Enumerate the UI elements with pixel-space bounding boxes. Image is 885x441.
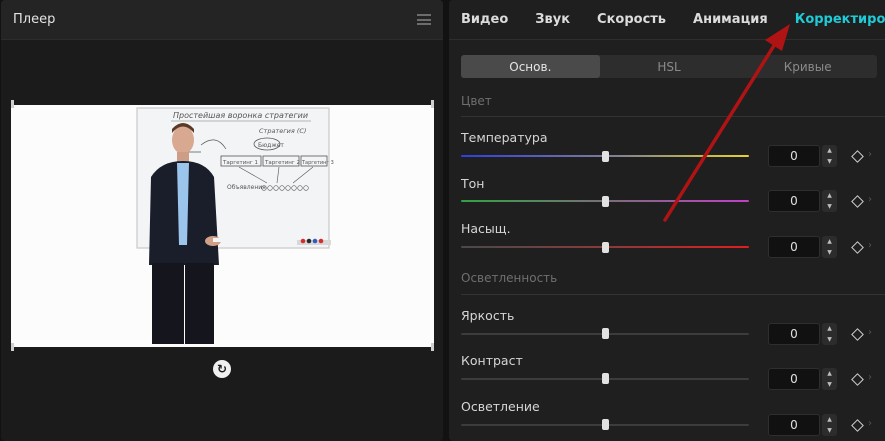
player-header: Плеер (1, 0, 443, 40)
section-divider (461, 116, 885, 117)
section-divider (461, 294, 885, 295)
board-box-1-text: Таргетинг 1 (222, 160, 258, 166)
slider-handle-tint[interactable] (602, 196, 609, 207)
chevron-down-icon[interactable]: ▼ (827, 158, 832, 165)
chevron-right-icon: › (868, 372, 872, 383)
board-box-3-text: Таргетинг 3 (301, 160, 334, 166)
board-subtitle-text: Стратегия (С) (259, 127, 306, 135)
chevron-right-icon: › (868, 418, 872, 429)
stepper-temperature[interactable]: ▲ ▼ (822, 145, 837, 167)
param-label-highlight: Осветление (461, 399, 540, 414)
chevron-right-icon: › (868, 194, 872, 205)
chevron-up-icon[interactable]: ▲ (827, 238, 832, 245)
edit-panel: Видео Звук Скорость Анимация Корректиров… (449, 0, 885, 441)
chevron-down-icon[interactable]: ▼ (827, 427, 832, 434)
chevron-down-icon[interactable]: ▼ (827, 336, 832, 343)
value-input-temperature[interactable]: 0 (768, 145, 820, 167)
tab-animation[interactable]: Анимация (693, 12, 768, 27)
section-title-color: Цвет (461, 94, 492, 108)
keyframe-diamond-icon[interactable] (851, 373, 864, 386)
player-panel: Плеер Простейшая воронка стратегии Страт… (1, 0, 443, 441)
tab-video[interactable]: Видео (461, 12, 508, 27)
keyframe-diamond-icon[interactable] (851, 241, 864, 254)
tab-speed[interactable]: Скорость (597, 12, 666, 27)
edit-tab-bar: Видео Звук Скорость Анимация Корректиров… (449, 0, 885, 40)
param-label-saturation: Насыщ. (461, 221, 511, 236)
chevron-down-icon[interactable]: ▼ (827, 203, 832, 210)
board-title-text: Простейшая воронка стратегии (173, 111, 308, 120)
chevron-up-icon[interactable]: ▲ (827, 192, 832, 199)
chevron-down-icon[interactable]: ▼ (827, 249, 832, 256)
chevron-down-icon[interactable]: ▼ (827, 381, 832, 388)
stepper-tint[interactable]: ▲ ▼ (822, 190, 837, 212)
video-frame-image: Простейшая воронка стратегии Стратегия (… (11, 105, 434, 347)
tab-adjustment[interactable]: Корректировка (795, 12, 885, 27)
crop-handle-top-left[interactable] (11, 100, 14, 108)
section-title-lightness: Осветленность (461, 271, 558, 285)
param-label-brightness: Яркость (461, 308, 515, 323)
slider-handle-brightness[interactable] (602, 328, 609, 339)
value-input-tint[interactable]: 0 (768, 190, 820, 212)
stepper-contrast[interactable]: ▲ ▼ (822, 368, 837, 390)
video-preview[interactable]: Простейшая воронка стратегии Стратегия (… (11, 105, 434, 347)
slider-handle-saturation[interactable] (602, 242, 609, 253)
adjustment-subtabs: Основ. HSL Кривые (461, 55, 877, 78)
chevron-up-icon[interactable]: ▲ (827, 370, 832, 377)
stepper-highlight[interactable]: ▲ ▼ (822, 414, 837, 436)
chevron-right-icon: › (868, 327, 872, 338)
param-label-temperature: Температура (461, 130, 548, 145)
board-budget-text: Бюджет (258, 142, 284, 149)
stepper-saturation[interactable]: ▲ ▼ (822, 236, 837, 258)
value-input-brightness[interactable]: 0 (768, 323, 820, 345)
value-input-highlight[interactable]: 0 (768, 414, 820, 436)
board-bottom-text: Объявления (227, 184, 266, 191)
crop-handle-bottom-left[interactable] (11, 343, 14, 351)
chevron-up-icon[interactable]: ▲ (827, 147, 832, 154)
subtab-basic[interactable]: Основ. (461, 55, 600, 78)
param-label-contrast: Контраст (461, 353, 523, 368)
hamburger-menu-icon[interactable] (417, 14, 431, 25)
stepper-brightness[interactable]: ▲ ▼ (822, 323, 837, 345)
keyframe-diamond-icon[interactable] (851, 328, 864, 341)
param-label-tint: Тон (461, 176, 485, 191)
chevron-right-icon: › (868, 149, 872, 160)
chevron-up-icon[interactable]: ▲ (827, 416, 832, 423)
slider-handle-highlight[interactable] (602, 419, 609, 430)
subtab-hsl[interactable]: HSL (600, 55, 739, 78)
subtab-curves[interactable]: Кривые (738, 55, 877, 78)
crop-handle-top-right[interactable] (431, 100, 434, 108)
value-input-saturation[interactable]: 0 (768, 236, 820, 258)
tab-audio[interactable]: Звук (535, 12, 570, 27)
keyframe-diamond-icon[interactable] (851, 150, 864, 163)
player-title: Плеер (13, 12, 56, 27)
keyframe-diamond-icon[interactable] (851, 419, 864, 432)
chevron-up-icon[interactable]: ▲ (827, 325, 832, 332)
slider-handle-contrast[interactable] (602, 373, 609, 384)
board-box-2-text: Таргетинг 2 (264, 160, 300, 166)
value-input-contrast[interactable]: 0 (768, 368, 820, 390)
keyframe-diamond-icon[interactable] (851, 195, 864, 208)
crop-handle-bottom-right[interactable] (431, 343, 434, 351)
slider-handle-temperature[interactable] (602, 151, 609, 162)
reset-rotation-icon[interactable]: ↻ (213, 360, 231, 378)
chevron-right-icon: › (868, 240, 872, 251)
